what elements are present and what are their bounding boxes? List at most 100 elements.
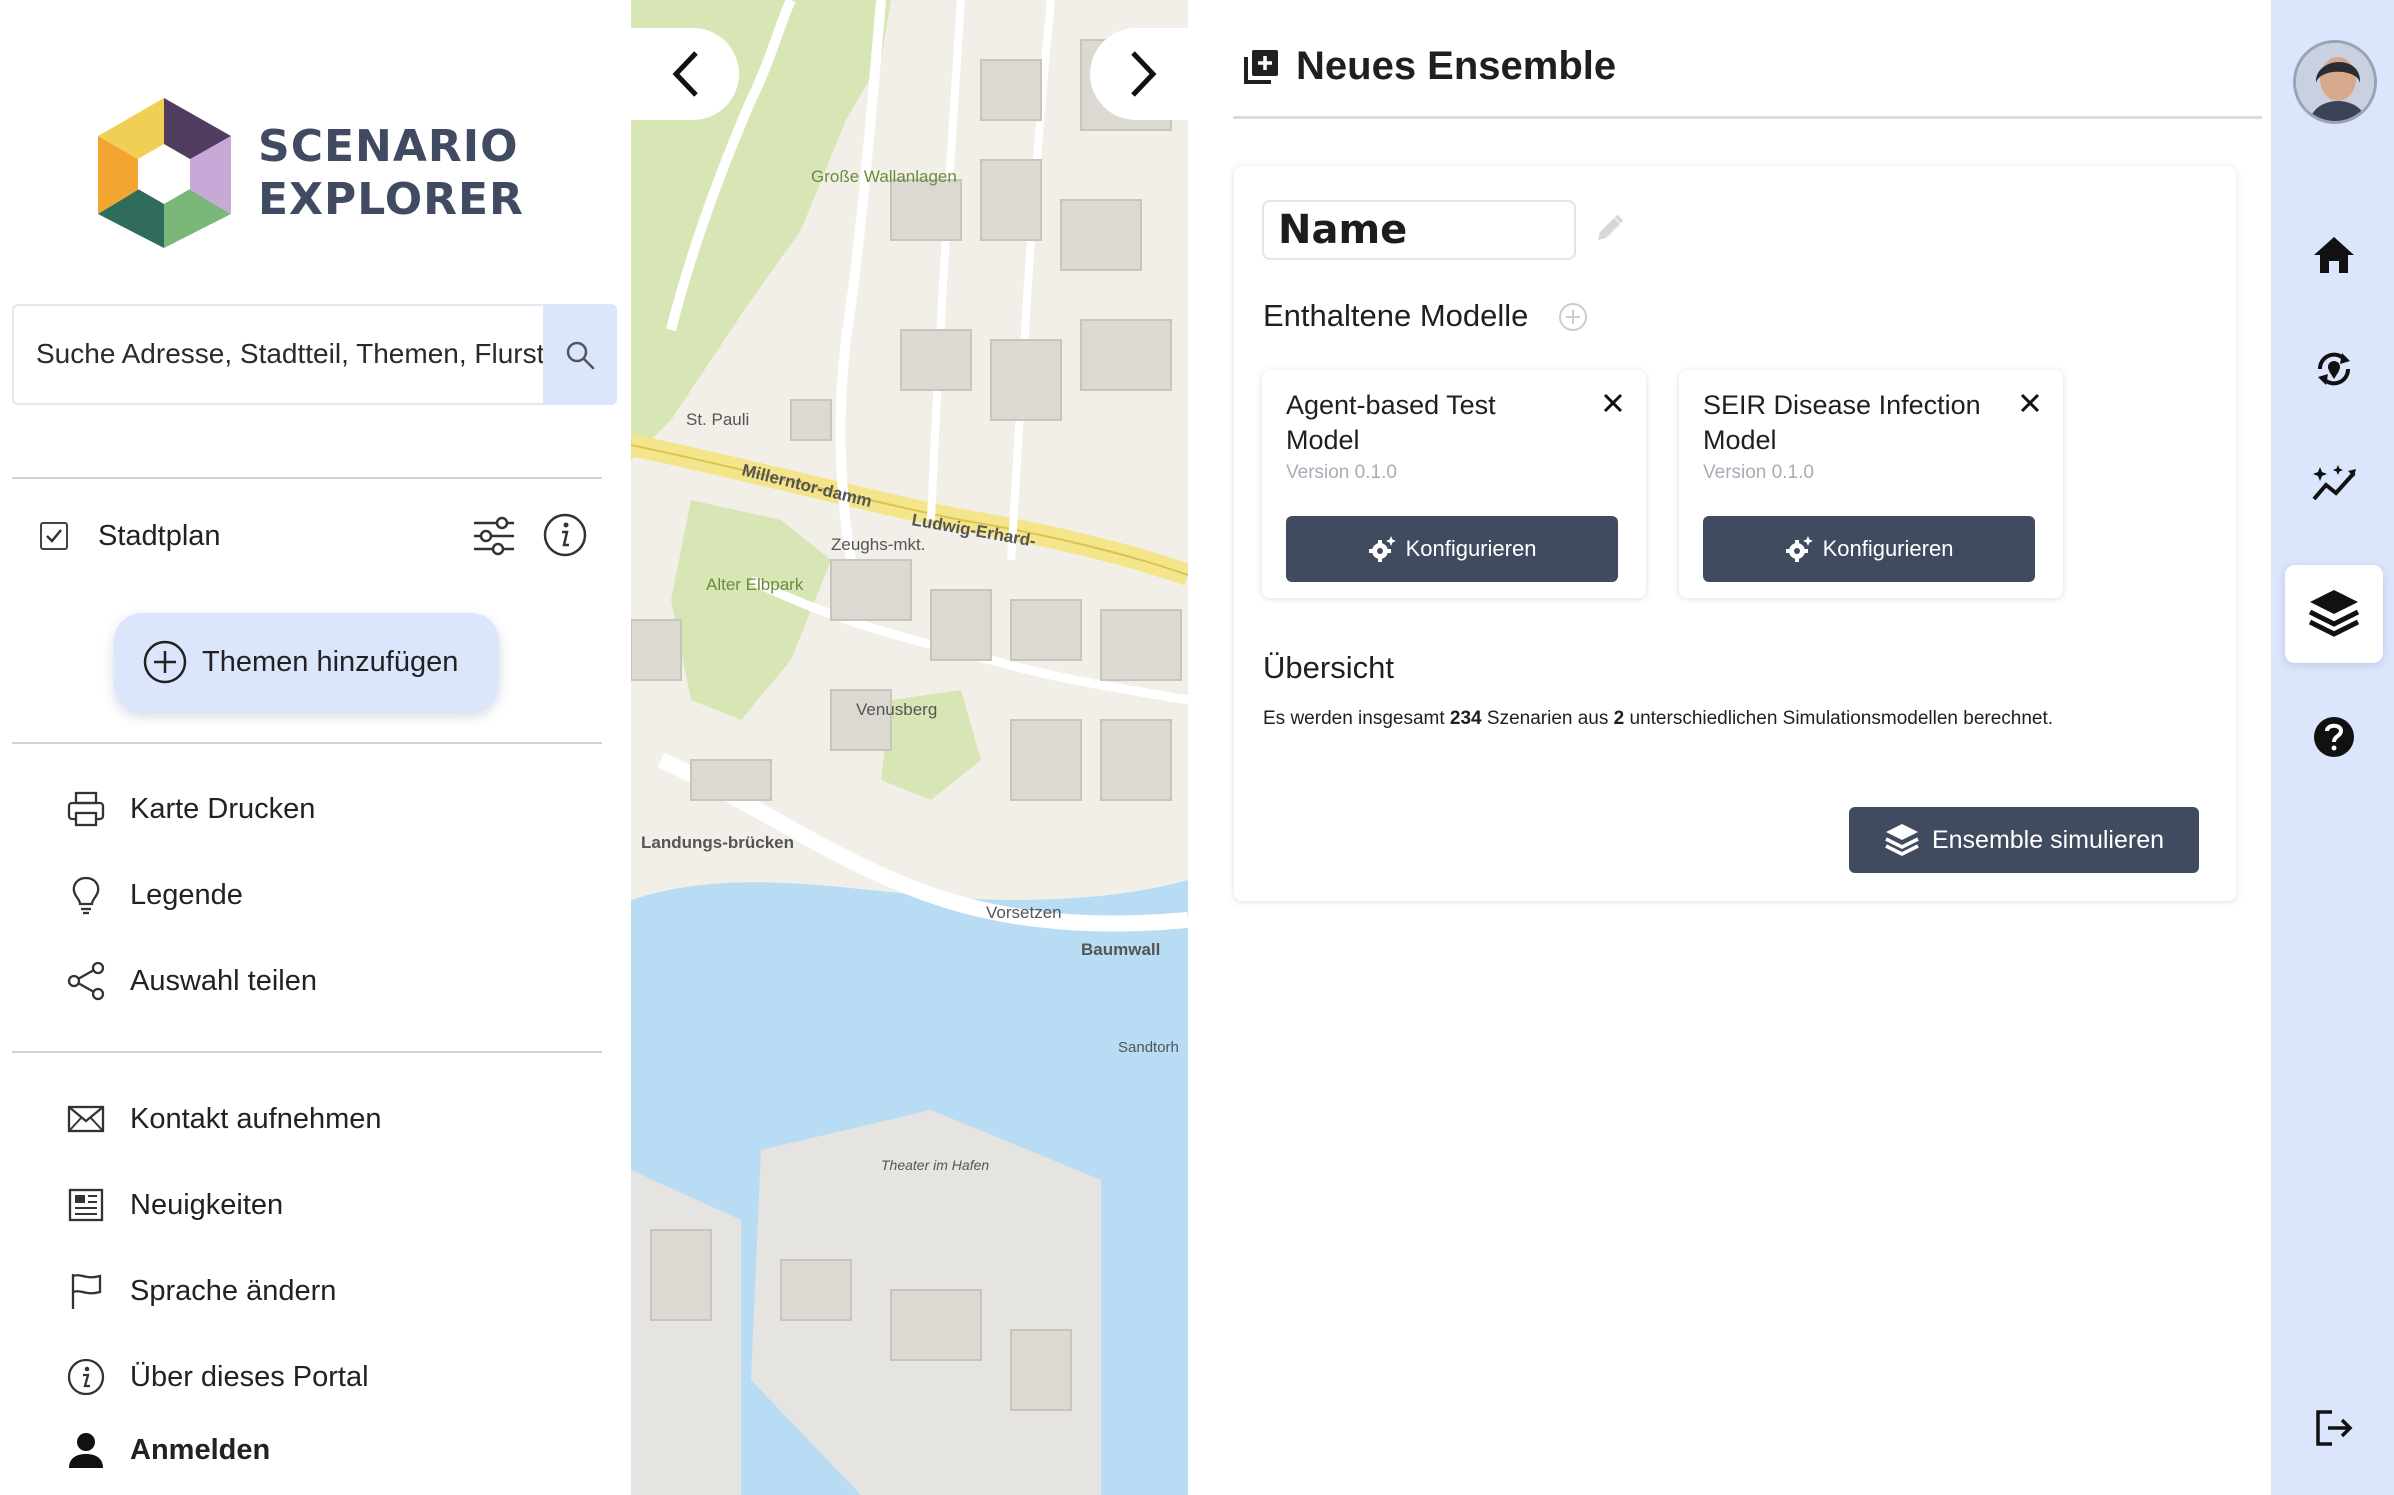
- info-icon[interactable]: [542, 512, 588, 558]
- menu-label: Legende: [130, 878, 243, 911]
- analytics-icon: [2312, 465, 2356, 501]
- layer-checkbox[interactable]: [40, 522, 68, 550]
- page-title: Neues Ensemble: [1296, 44, 1617, 88]
- rail-help-button[interactable]: [2285, 688, 2383, 786]
- menu-label: Auswahl teilen: [130, 964, 317, 997]
- map-label: Zeughs-mkt.: [831, 535, 925, 554]
- plus-circle-icon[interactable]: [1557, 301, 1589, 333]
- model-version: Version 0.1.0: [1286, 462, 1397, 483]
- user-avatar[interactable]: [2293, 40, 2377, 124]
- menu-item-legend[interactable]: Legende: [64, 865, 604, 925]
- ensemble-panel: Neues Ensemble Name Enthaltene Modelle A…: [1188, 0, 2271, 1495]
- scenario-sync-icon: [2317, 352, 2351, 386]
- scenario-count: 234: [1449, 708, 1482, 729]
- search-input[interactable]: Suche Adresse, Stadtteil, Themen, Flurst…: [36, 338, 556, 370]
- divider: [12, 1051, 602, 1053]
- layer-row-stadtplan: Stadtplan: [12, 500, 602, 570]
- share-icon: [67, 961, 105, 1001]
- simulate-label: Ensemble simulieren: [1931, 825, 2165, 854]
- overview-middle: Szenarien aus: [1481, 708, 1614, 729]
- logo-line-2: EXPLORER: [258, 174, 524, 225]
- rail-scenario-button[interactable]: [2285, 320, 2383, 418]
- menu-label: Anmelden: [130, 1433, 271, 1466]
- add-theme-button[interactable]: Themen hinzufügen: [114, 613, 499, 711]
- logout-icon: [2316, 1410, 2353, 1446]
- models-section-title: Enthaltene Modelle: [1263, 298, 1529, 333]
- configure-label: Konfigurieren: [1822, 536, 1954, 561]
- map-label: Sandtorh: [1118, 1039, 1179, 1056]
- newspaper-icon: [68, 1188, 104, 1222]
- help-icon: [2314, 717, 2354, 757]
- configure-button[interactable]: Konfigurieren: [1286, 516, 1618, 582]
- person-icon: [69, 1433, 103, 1468]
- ensemble-card: Name Enthaltene Modelle Agent-based Test…: [1234, 166, 2236, 901]
- close-icon[interactable]: [2017, 390, 2043, 416]
- model-count: 2: [1613, 708, 1625, 729]
- search-icon: [566, 341, 595, 369]
- add-theme-label: Themen hinzufügen: [202, 645, 459, 678]
- map-label: St. Pauli: [686, 410, 749, 429]
- avatar-portrait-icon: [2296, 43, 2374, 121]
- overview-text: Es werden insgesamt 234 Szenarien aus 2 …: [1263, 706, 2063, 732]
- gear-sparkle-icon: [1785, 536, 1813, 562]
- sliders-icon[interactable]: [470, 514, 518, 558]
- rail-logout-button[interactable]: [2285, 1379, 2383, 1477]
- configure-button[interactable]: Konfigurieren: [1703, 516, 2035, 582]
- menu-item-login[interactable]: Anmelden: [64, 1420, 604, 1480]
- close-icon[interactable]: [1600, 390, 1626, 416]
- layers-icon: [2308, 590, 2360, 637]
- rail-analytics-button[interactable]: [2285, 434, 2383, 532]
- header-divider: [1233, 116, 2262, 119]
- rail-layers-button[interactable]: [2285, 565, 2383, 663]
- menu-item-about-portal[interactable]: Über dieses Portal: [64, 1347, 604, 1407]
- home-icon: [2314, 237, 2354, 273]
- map-label: Baumwall: [1081, 940, 1160, 959]
- chevron-left-icon: [672, 51, 698, 97]
- map-label: Vorsetzen: [986, 903, 1062, 922]
- search-button[interactable]: [543, 304, 617, 405]
- model-version: Version 0.1.0: [1703, 462, 1814, 483]
- panel-header: Neues Ensemble: [1242, 44, 1616, 89]
- map-label: Theater im Hafen: [881, 1157, 989, 1173]
- map-label: Große Wallanlagen: [811, 167, 957, 186]
- map-previous-button[interactable]: [631, 28, 739, 120]
- simulate-ensemble-button[interactable]: Ensemble simulieren: [1849, 807, 2199, 873]
- overview-prefix: Es werden insgesamt: [1263, 708, 1450, 729]
- info-icon: [67, 1358, 105, 1396]
- search-box: Suche Adresse, Stadtteil, Themen, Flurst…: [12, 304, 617, 405]
- menu-label: Kontakt aufnehmen: [130, 1102, 382, 1135]
- logo-wordmark: SCENARIO EXPLORER: [258, 120, 524, 226]
- layer-label: Stadtplan: [98, 520, 221, 552]
- overview-suffix: unterschiedlichen Simulationsmodellen be…: [1624, 708, 2054, 729]
- chevron-right-icon: [1131, 51, 1157, 97]
- map-next-button[interactable]: [1090, 28, 1198, 120]
- model-name: Agent-based Test Model: [1286, 390, 1496, 455]
- menu-item-change-language[interactable]: Sprache ändern: [64, 1261, 604, 1321]
- menu-item-share-selection[interactable]: Auswahl teilen: [64, 951, 604, 1011]
- right-rail: [2271, 0, 2394, 1495]
- city-map[interactable]: Große Wallanlagen St. Pauli Millerntor-d…: [631, 0, 1188, 1495]
- menu-item-news[interactable]: Neuigkeiten: [64, 1175, 604, 1235]
- left-sidebar: SCENARIO EXPLORER Suche Adresse, Stadtte…: [0, 0, 631, 1495]
- add-library-icon: [1244, 49, 1278, 84]
- model-name: SEIR Disease Infection Model: [1703, 390, 1981, 455]
- pencil-icon[interactable]: [1592, 212, 1626, 246]
- menu-item-contact[interactable]: Kontakt aufnehmen: [64, 1089, 604, 1149]
- menu-label: Neuigkeiten: [130, 1188, 284, 1221]
- map-label: Alter Elbpark: [706, 575, 804, 594]
- envelope-icon: [67, 1105, 105, 1133]
- menu-item-print-map[interactable]: Karte Drucken: [64, 779, 604, 839]
- logo-line-1: SCENARIO: [258, 121, 519, 172]
- printer-icon: [67, 791, 105, 827]
- lightbulb-icon: [72, 876, 100, 915]
- overview-section-title: Übersicht: [1263, 650, 1394, 685]
- menu-label: Über dieses Portal: [130, 1360, 369, 1393]
- menu-label: Karte Drucken: [130, 792, 316, 825]
- ensemble-name-input[interactable]: Name: [1262, 200, 1576, 260]
- map-view[interactable]: Große Wallanlagen St. Pauli Millerntor-d…: [631, 0, 1188, 1495]
- divider: [12, 477, 602, 479]
- flag-icon: [71, 1274, 102, 1309]
- rail-home-button[interactable]: [2285, 206, 2383, 304]
- checkmark-icon: [46, 529, 62, 543]
- menu-label: Sprache ändern: [130, 1274, 337, 1307]
